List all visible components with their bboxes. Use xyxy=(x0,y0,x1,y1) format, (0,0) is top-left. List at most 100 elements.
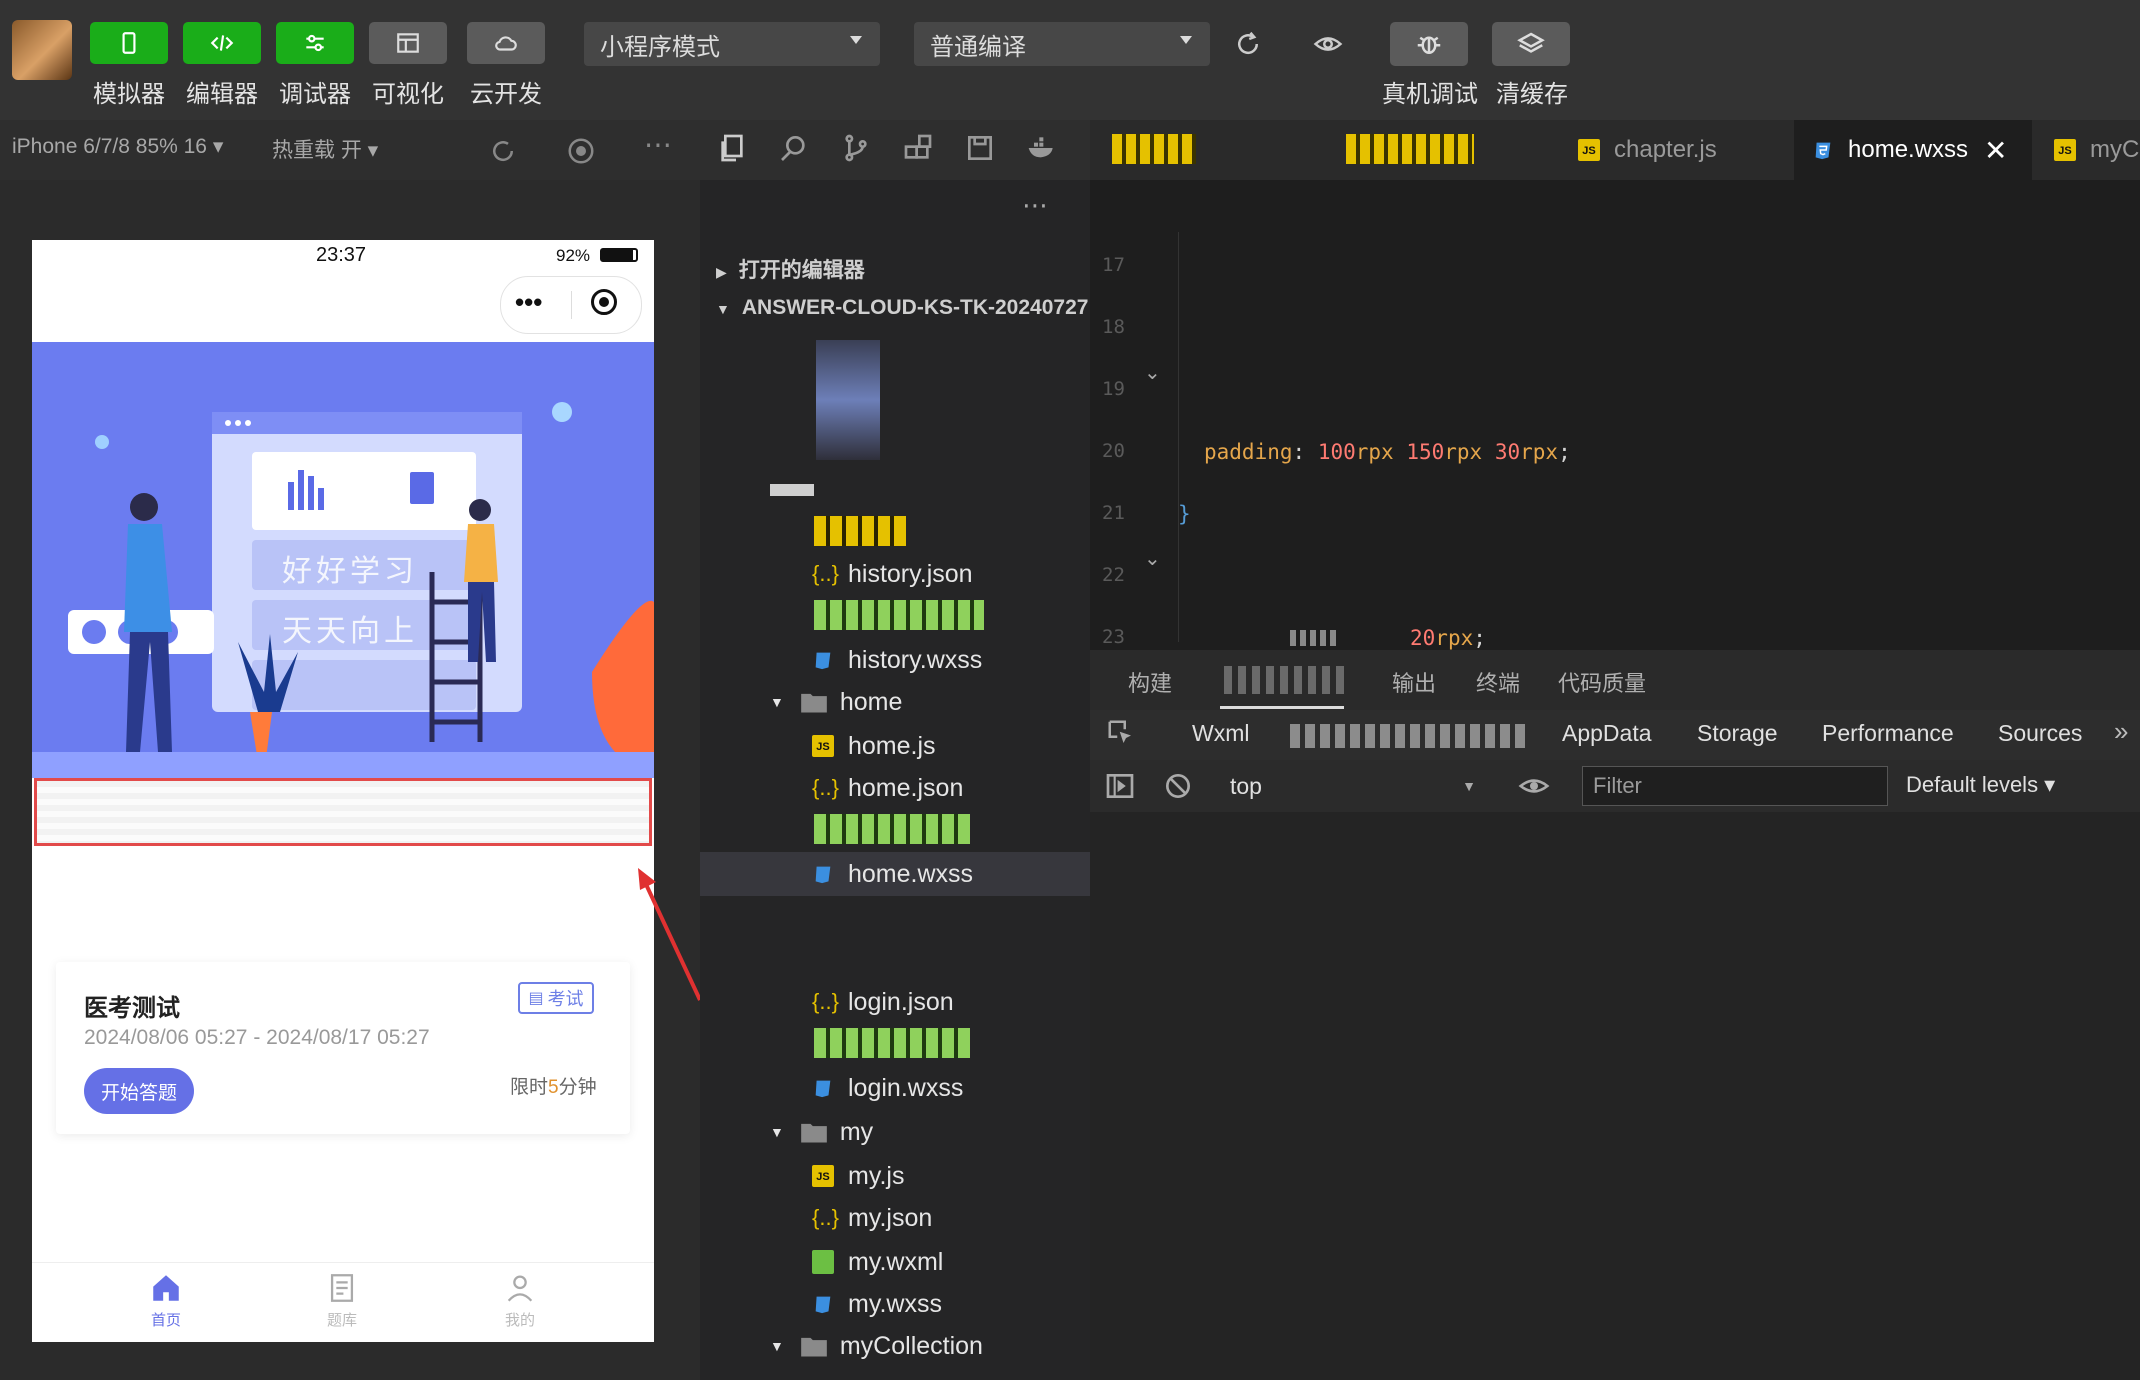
file-my-wxss[interactable]: my.wxss xyxy=(812,1286,942,1322)
line-number: 18 xyxy=(1102,316,1125,338)
tab-home-wxss[interactable]: home.wxss ✕ xyxy=(1794,120,2032,180)
fold-icon[interactable]: ⌄ xyxy=(1144,360,1161,385)
open-editors-label: 打开的编辑器 xyxy=(738,259,865,282)
extensions-icon[interactable] xyxy=(902,132,934,164)
json-file-icon: {..} xyxy=(812,561,839,586)
code-editor[interactable] xyxy=(1090,180,2140,650)
cloud-button[interactable] xyxy=(467,22,545,64)
files-icon[interactable] xyxy=(716,132,748,164)
rotate-icon[interactable] xyxy=(488,136,518,166)
css-unit: rpx xyxy=(1520,440,1559,464)
user-avatar[interactable] xyxy=(12,20,72,80)
tab-output[interactable]: 输出 xyxy=(1392,666,1436,698)
js-file-icon: JS xyxy=(812,1165,834,1187)
file-home-js[interactable]: JS home.js xyxy=(812,728,936,764)
start-answer-button[interactable]: 开始答题 xyxy=(84,1068,194,1114)
tab-chapter-js[interactable]: JS chapter.js xyxy=(1560,120,1786,180)
tab-debugger-obscured[interactable] xyxy=(1224,666,1344,694)
banner-image[interactable]: 好好学习 天天向上 xyxy=(32,342,654,778)
folder-icon xyxy=(801,693,827,713)
project-header[interactable]: ▼ ANSWER-CLOUD-KS-TK-20240727 xyxy=(716,296,1088,320)
tab-build[interactable]: 构建 xyxy=(1128,666,1172,698)
tab-wxml[interactable]: Wxml xyxy=(1192,720,1249,747)
explorer-more-icon[interactable]: ⋯ xyxy=(1022,190,1048,221)
file-label: my.wxss xyxy=(848,1289,942,1318)
editor-button[interactable] xyxy=(183,22,261,64)
more-icon[interactable]: ••• xyxy=(515,287,542,318)
file-my-wxml[interactable]: my.wxml xyxy=(812,1244,943,1280)
folder-mycollection[interactable]: ▼ myCollection xyxy=(770,1328,983,1364)
cloud-label: 云开发 xyxy=(470,81,542,108)
close-icon[interactable]: ✕ xyxy=(1984,134,2007,167)
file-home-json[interactable]: {..} home.json xyxy=(812,770,963,806)
tab-myc[interactable]: JS myC xyxy=(2036,120,2140,180)
phone-tab-mine[interactable]: 我的 xyxy=(460,1271,580,1330)
refresh-button[interactable] xyxy=(1226,22,1270,66)
source-control-icon[interactable] xyxy=(840,132,872,164)
obscured-file-2[interactable] xyxy=(814,600,984,630)
tab-code-quality[interactable]: 代码质量 xyxy=(1558,666,1646,698)
folder-my[interactable]: ▼ my xyxy=(770,1114,873,1150)
more-icon[interactable]: ⋯ xyxy=(644,128,672,161)
simulator-button[interactable] xyxy=(90,22,168,64)
tab-appdata[interactable]: AppData xyxy=(1562,720,1652,747)
preview-button[interactable] xyxy=(1306,22,1350,66)
tab-storage[interactable]: Storage xyxy=(1697,720,1778,747)
clear-cache-button[interactable] xyxy=(1492,22,1570,66)
stop-icon[interactable] xyxy=(566,136,596,166)
cloud-icon xyxy=(495,36,517,51)
phone-tab-bank[interactable]: 题库 xyxy=(282,1271,402,1330)
real-debug-button[interactable] xyxy=(1390,22,1468,66)
tab-terminal[interactable]: 终端 xyxy=(1476,666,1520,698)
banner-text-1: 好好学习 xyxy=(282,555,418,588)
tab-sources[interactable]: Sources xyxy=(1998,720,2082,747)
capsule-menu[interactable]: ••• xyxy=(500,276,642,334)
tab-obscured-1[interactable] xyxy=(1112,134,1196,164)
folder-home[interactable]: ▼ home xyxy=(770,684,902,720)
exam-title: 医考测试 xyxy=(84,995,180,1022)
css-value: 150 xyxy=(1406,440,1445,464)
open-editors-header[interactable]: ▶ 打开的编辑器 xyxy=(716,254,865,284)
docker-icon[interactable] xyxy=(1026,132,1058,164)
code-line-padding: padding: 100rpx 150rpx 30rpx; xyxy=(1204,440,1571,464)
mode-select[interactable]: 小程序模式 xyxy=(584,22,880,66)
search-icon[interactable] xyxy=(778,132,810,164)
inspect-icon[interactable] xyxy=(1106,718,1136,748)
obscured-file-3[interactable] xyxy=(814,814,970,844)
file-label: my.wxml xyxy=(848,1247,944,1276)
file-history-json[interactable]: {..} history.json xyxy=(812,556,973,592)
obscured-file-1[interactable] xyxy=(814,516,906,546)
eye-icon[interactable] xyxy=(1516,770,1552,802)
save-icon[interactable] xyxy=(964,132,996,164)
refresh-icon xyxy=(1238,31,1259,55)
css-value: 30 xyxy=(1494,440,1521,464)
file-history-wxss[interactable]: history.wxss xyxy=(812,642,982,678)
obscured-file-4[interactable] xyxy=(814,1028,970,1058)
css-unit: rpx xyxy=(1444,440,1495,464)
debugger-button[interactable] xyxy=(276,22,354,64)
tab-performance[interactable]: Performance xyxy=(1822,720,1954,747)
file-my-js[interactable]: JS my.js xyxy=(812,1158,904,1194)
tab-console-obscured[interactable] xyxy=(1290,724,1530,748)
phone-tab-home[interactable]: 首页 xyxy=(106,1271,226,1330)
close-mini-program-icon[interactable] xyxy=(591,289,617,315)
sidebar-toggle-icon[interactable] xyxy=(1104,770,1136,802)
file-login-wxss[interactable]: login.wxss xyxy=(812,1070,963,1106)
exam-time-range: 2024/08/06 05:27 - 2024/08/17 05:27 xyxy=(84,1026,430,1049)
context-select[interactable]: top ▼ xyxy=(1212,766,1490,806)
target-dot xyxy=(599,297,609,307)
exam-card[interactable]: 医考测试 2024/08/06 05:27 - 2024/08/17 05:27… xyxy=(56,962,630,1134)
levels-select[interactable]: Default levels ▾ xyxy=(1906,772,2055,798)
file-home-wxss[interactable]: home.wxss xyxy=(812,856,973,892)
device-select[interactable]: iPhone 6/7/8 85% 16 ▾ xyxy=(12,134,223,159)
visual-button[interactable] xyxy=(369,22,447,64)
clear-console-icon[interactable] xyxy=(1162,770,1194,802)
tab-obscured-2[interactable] xyxy=(1346,134,1474,164)
more-tabs-icon[interactable]: » xyxy=(2114,716,2128,747)
fold-icon[interactable]: ⌄ xyxy=(1144,546,1161,571)
file-my-json[interactable]: {..} my.json xyxy=(812,1200,932,1236)
file-login-json[interactable]: {..} login.json xyxy=(812,984,954,1020)
filter-input[interactable]: Filter xyxy=(1582,766,1888,806)
compile-select[interactable]: 普通编译 xyxy=(914,22,1210,66)
hot-reload-toggle[interactable]: 热重载 开 ▾ xyxy=(272,134,378,164)
